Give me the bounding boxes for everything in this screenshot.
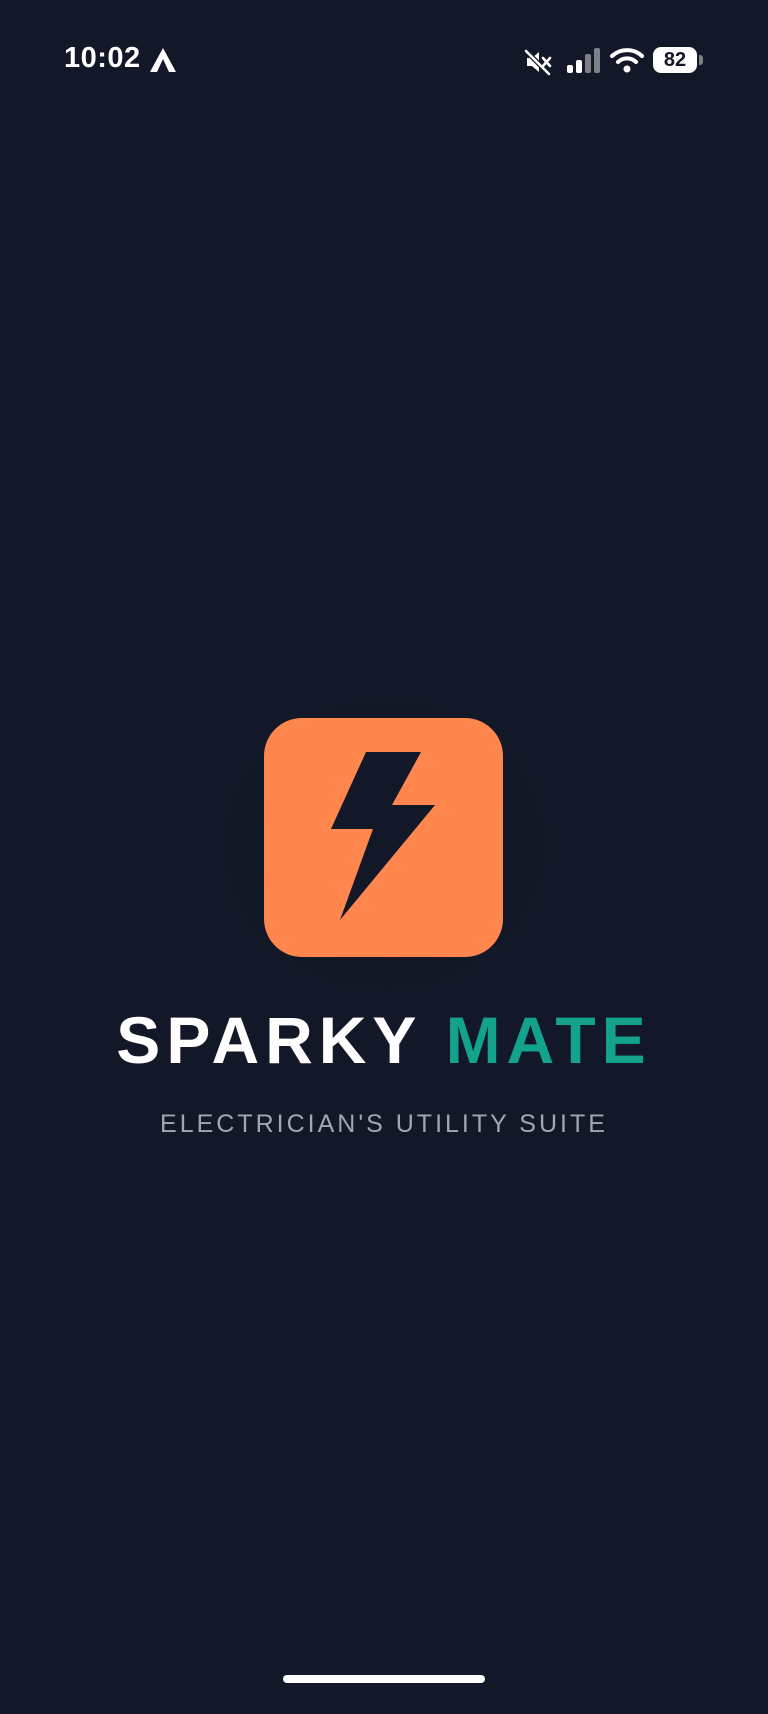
status-time: 10:02 <box>64 42 141 74</box>
silent-mode-icon <box>524 49 552 76</box>
app-title-word-sparky: SPARKY <box>116 1003 422 1077</box>
battery-level: 82 <box>653 47 697 73</box>
app-logo <box>264 718 503 957</box>
home-indicator[interactable] <box>283 1675 485 1683</box>
app-title-word-mate: MATE <box>445 1003 652 1077</box>
app-title: SPARKY MATE <box>0 1002 768 1078</box>
navigation-arrow-icon <box>150 48 176 72</box>
cellular-signal-icon <box>567 48 600 73</box>
status-bar: 10:02 82 <box>0 0 768 120</box>
battery-icon: 82 <box>653 47 703 75</box>
splash-screen: 10:02 82 SPARKY MATE ELECTRICIAN'S UTILI… <box>0 0 768 1714</box>
app-tagline: ELECTRICIAN'S UTILITY SUITE <box>160 1110 608 1138</box>
battery-cap <box>699 55 703 65</box>
wifi-icon <box>610 48 644 73</box>
lightning-bolt-icon <box>331 752 435 920</box>
